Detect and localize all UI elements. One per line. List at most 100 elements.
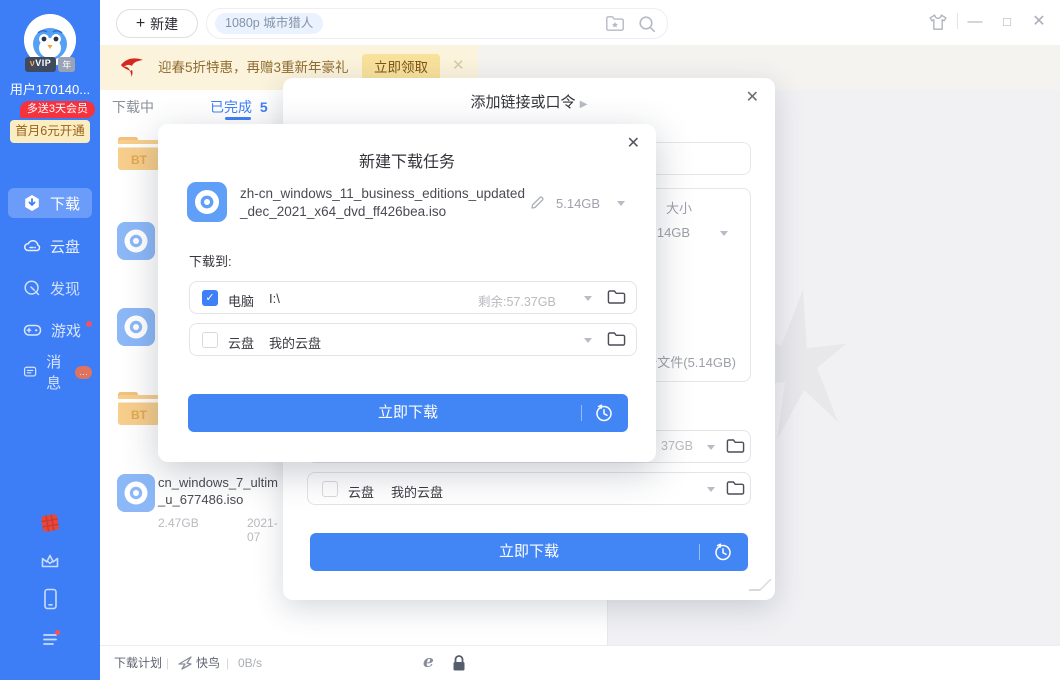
bt-folder-icon: BT <box>117 135 161 172</box>
banner-close-icon[interactable]: ✕ <box>452 56 465 74</box>
lock-icon[interactable] <box>451 654 467 677</box>
app-window: νVIP 年 用户170140... 多送3天会员 首月6元开通 下载 云盘 <box>0 0 1060 680</box>
username[interactable]: 用户170140... <box>0 79 100 98</box>
task-row[interactable]: BT <box>117 135 161 177</box>
file-name[interactable]: zh-cn_windows_11_business_editions_updat… <box>240 185 532 221</box>
tab-completed[interactable]: 已完成 5 <box>210 97 268 117</box>
sidebar-item-messages[interactable]: 消息 … <box>8 357 92 387</box>
download-now-label: 立即下载 <box>310 533 748 571</box>
save-to-cloud-row[interactable]: 云盘 我的云盘 <box>189 323 637 356</box>
button-divider <box>699 544 700 560</box>
promo-badge: 多送3天会员 <box>20 101 95 118</box>
bt-folder-icon: BT <box>117 390 161 427</box>
browse-folder-icon[interactable] <box>726 438 745 459</box>
sidebar-item-label: 发现 <box>50 278 80 299</box>
cloud-checkbox[interactable] <box>322 481 338 497</box>
file-name-line1: zh-cn_windows_11_business_editions_updat… <box>240 185 532 203</box>
task-row[interactable] <box>117 308 155 351</box>
pc-row-label: 电脑 <box>228 291 254 310</box>
svg-text:BT: BT <box>131 153 148 167</box>
expand-arrow-icon[interactable]: ▶ <box>580 99 588 110</box>
tab-downloading[interactable]: 下载中 <box>112 97 154 117</box>
speed-value: 0B/s <box>238 646 262 680</box>
button-divider <box>581 405 582 421</box>
iso-disc-icon <box>117 222 155 260</box>
task-row[interactable]: BT z F <box>117 390 161 432</box>
browse-folder-icon[interactable] <box>726 480 745 501</box>
chevron-down-icon[interactable] <box>707 445 715 450</box>
download-now-button[interactable]: 立即下载 <box>310 533 748 571</box>
cloud-icon <box>23 237 41 255</box>
browse-folder-icon[interactable] <box>607 331 626 352</box>
schedule-clock-icon[interactable] <box>594 403 614 427</box>
minimize-button[interactable]: — <box>966 13 984 31</box>
speed-mode-button[interactable]: 快鸟 <box>196 646 220 680</box>
sidebar-item-cloud[interactable]: 云盘 <box>8 231 92 261</box>
cloud-checkbox[interactable] <box>202 332 218 348</box>
file-list-caret-icon[interactable] <box>617 201 625 206</box>
search-tag[interactable]: 1080p 城市猎人 <box>215 13 323 34</box>
file-size: 5.14GB <box>556 196 600 211</box>
search-input[interactable]: 1080p 城市猎人 <box>206 8 668 39</box>
maximize-button[interactable]: □ <box>998 13 1016 31</box>
task-row[interactable]: c 4 <box>117 222 155 265</box>
topbar: + 新建 1080p 城市猎人 — □ <box>100 0 1060 45</box>
chevron-down-icon[interactable] <box>584 338 592 343</box>
chevron-down-icon[interactable] <box>707 487 715 492</box>
theme-skin-icon[interactable] <box>928 13 946 31</box>
sidebar-item-discover[interactable]: 发现 <box>8 273 92 303</box>
search-icon[interactable] <box>637 14 657 39</box>
new-task-dialog: ✕ 新建下载任务 zh-cn_windows_11_business_editi… <box>158 124 656 462</box>
collection-folder-icon[interactable] <box>605 14 625 38</box>
files-summary: 个文件(5.14GB) <box>644 352 736 371</box>
new-task-button[interactable]: + 新建 <box>116 9 198 38</box>
schedule-clock-icon[interactable] <box>713 542 733 566</box>
sidebar: νVIP 年 用户170140... 多送3天会员 首月6元开通 下载 云盘 <box>0 0 100 680</box>
statusbar: 下载计划 | 快鸟 | 0B/s e <box>100 645 1060 680</box>
rename-pencil-icon[interactable] <box>530 195 545 215</box>
sidebar-item-label: 消息 <box>46 351 70 393</box>
save-to-cloud-row[interactable]: 云盘 我的云盘 <box>307 472 751 505</box>
window-controls-divider <box>957 13 958 29</box>
dialog-resize-handle[interactable] <box>748 579 772 591</box>
download-icon <box>23 194 41 212</box>
red-packet-calendar-icon[interactable] <box>38 511 62 535</box>
chevron-down-icon[interactable] <box>584 296 592 301</box>
browse-folder-icon[interactable] <box>607 289 626 310</box>
cloud-row-value: 我的云盘 <box>269 333 321 352</box>
message-count-badge: … <box>75 366 92 379</box>
task-name-line2: _u_677486.iso <box>158 491 243 508</box>
banner-claim-button[interactable]: 立即领取 <box>362 54 440 81</box>
task-row[interactable]: cn_windows_7_ultim _u_677486.iso 2.47GB … <box>117 474 155 517</box>
browser-e-icon[interactable]: e <box>423 652 434 672</box>
new-task-dialog-title: 新建下载任务 <box>158 148 656 172</box>
size-sort-caret-icon[interactable] <box>720 231 728 236</box>
pc-checkbox-checked[interactable]: ✓ <box>202 290 218 306</box>
download-now-button[interactable]: 立即下载 <box>188 394 628 432</box>
add-link-dialog-close-icon[interactable]: ✕ <box>746 87 759 107</box>
file-name-line2: _dec_2021_x64_dvd_ff426bea.iso <box>240 203 532 221</box>
task-name-line1: cn_windows_7_ultim <box>158 474 278 491</box>
tab-completed-count: 5 <box>260 99 268 115</box>
task-size: 2.47GB <box>158 516 199 530</box>
close-window-button[interactable]: ✕ <box>1030 13 1048 31</box>
mobile-phone-icon[interactable] <box>38 587 62 611</box>
sidebar-item-label: 游戏 <box>51 320 81 341</box>
save-to-pc-row[interactable]: ✓ 电脑 I:\ 剩余:57.37GB <box>189 281 637 314</box>
vip-badge[interactable]: νVIP 年 <box>15 57 85 72</box>
vip-label: VIP <box>35 58 51 68</box>
size-column-header: 大小 <box>666 198 692 217</box>
vip-open-button[interactable]: 首月6元开通 <box>10 120 90 143</box>
download-plan-button[interactable]: 下载计划 <box>114 646 162 680</box>
more-menu-icon[interactable] <box>38 627 62 651</box>
sidebar-item-games[interactable]: 游戏 <box>8 315 92 345</box>
cloud-row-label: 云盘 <box>228 333 254 352</box>
add-link-dialog-title: 添加链接或口令 ▶ <box>283 91 775 112</box>
pc-free-space: 剩余:57.37GB <box>478 291 556 310</box>
crown-membership-icon[interactable] <box>38 549 62 573</box>
sidebar-item-label: 云盘 <box>50 236 80 257</box>
gamepad-icon <box>23 321 42 339</box>
task-date: 2021-07 <box>247 516 278 544</box>
sidebar-item-download[interactable]: 下载 <box>8 188 92 218</box>
discover-icon <box>23 279 41 297</box>
